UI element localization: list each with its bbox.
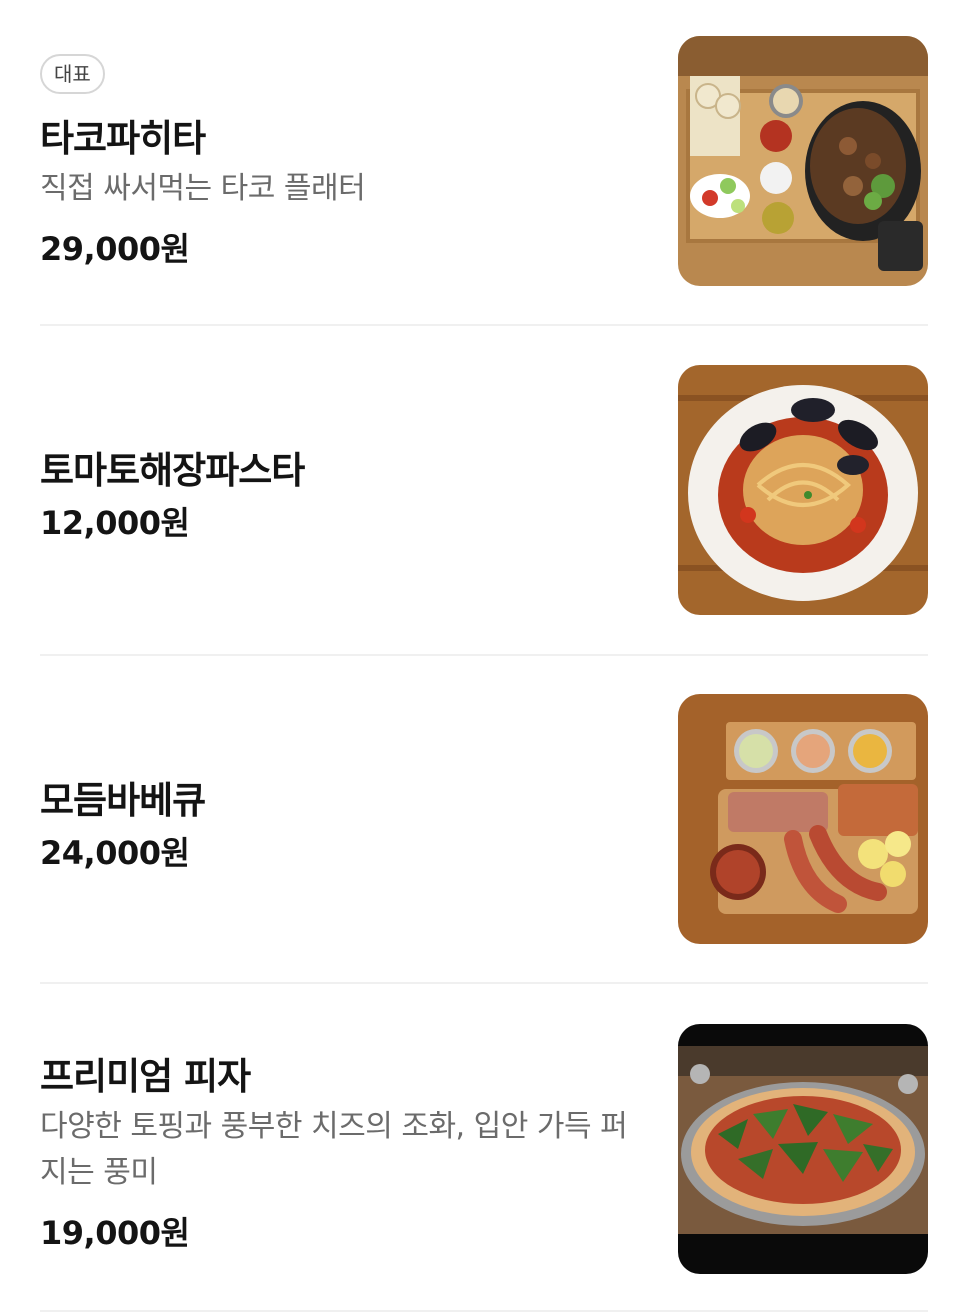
menu-item-price: 24,000원 (40, 834, 190, 872)
divider (40, 1310, 928, 1312)
menu-item-price: 29,000원 (40, 230, 190, 268)
menu-item-bbq-platter[interactable]: 모듬바베큐 24,000원 (40, 656, 928, 982)
menu-item-price: 19,000원 (40, 1214, 190, 1252)
menu-item-name: 타코파히타 (40, 117, 206, 160)
bbq-platter-photo (678, 694, 928, 944)
menu-item-image[interactable] (678, 36, 928, 286)
menu-item-image[interactable] (678, 694, 928, 944)
divider (40, 324, 928, 326)
pizza-photo (678, 1024, 928, 1274)
menu-item-name: 토마토해장파스타 (40, 449, 305, 492)
menu-item-description: 다양한 토핑과 풍부한 치즈의 조화, 입안 가득 퍼지는 풍미 (40, 1109, 628, 1190)
menu-list: 대표 타코파히타 직접 싸서먹는 타코 플래터 29,000원 토마토해장파스타… (0, 0, 966, 1314)
menu-item-premium-pizza[interactable]: 프리미엄 피자 다양한 토핑과 풍부한 치즈의 조화, 입안 가득 퍼지는 풍미… (40, 984, 928, 1314)
menu-item-description: 직접 싸서먹는 타코 플래터 (40, 171, 366, 206)
menu-item-name: 모듬바베큐 (40, 779, 206, 822)
menu-item-tomato-pasta[interactable]: 토마토해장파스타 12,000원 (40, 328, 928, 654)
signature-badge: 대표 (40, 54, 105, 94)
menu-item-price: 12,000원 (40, 504, 190, 542)
menu-item-image[interactable] (678, 365, 928, 615)
tomato-pasta-photo (678, 365, 928, 615)
taco-platter-photo (678, 36, 928, 286)
menu-item-name: 프리미엄 피자 (40, 1055, 251, 1098)
menu-item-image[interactable] (678, 1024, 928, 1274)
menu-item-taco-fajita[interactable]: 대표 타코파히타 직접 싸서먹는 타코 플래터 29,000원 (40, 0, 928, 326)
